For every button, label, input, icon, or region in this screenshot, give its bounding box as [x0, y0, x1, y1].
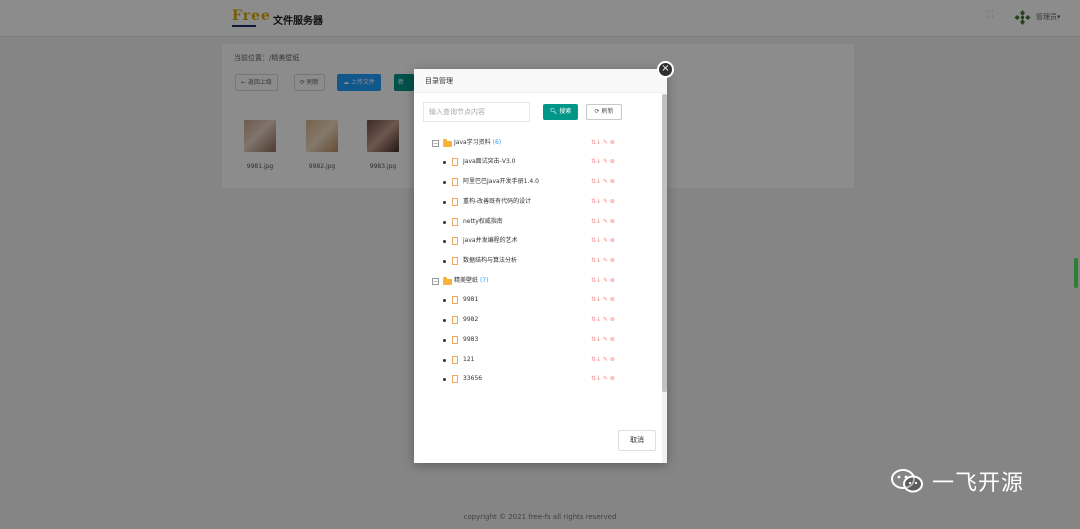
tree-node-label: 精美壁纸: [454, 277, 479, 284]
directory-manager-dialog: 目录管理 × 🔍︎ 搜索 ⟳ 刷新 − Java学习资料 (6) ⇅↓ ✎ ⊗ …: [414, 61, 674, 463]
refresh-icon: ⟳: [594, 108, 600, 115]
search-icon: 🔍︎: [549, 108, 558, 115]
file-icon: [452, 237, 458, 245]
file-icon: [452, 316, 458, 324]
tree-file[interactable]: 121: [463, 353, 474, 367]
node-actions[interactable]: ⇅↓ ✎ ⊗: [591, 234, 615, 248]
bullet-icon: [443, 181, 446, 184]
refresh-tree-button[interactable]: ⟳ 刷新: [586, 104, 622, 120]
file-icon: [452, 356, 458, 364]
node-actions[interactable]: ⇅↓ ✎ ⊗: [591, 195, 615, 209]
watermark: 一飞开源: [890, 466, 1024, 496]
bullet-icon: [443, 319, 446, 322]
tree-file[interactable]: 9983: [463, 333, 478, 347]
cancel-button[interactable]: 取消: [618, 430, 656, 451]
node-actions[interactable]: ⇅↓ ✎ ⊗: [591, 372, 615, 386]
tree-file[interactable]: Java面试突击-V3.0: [463, 155, 516, 169]
search-button[interactable]: 🔍︎ 搜索: [543, 104, 578, 120]
file-icon: [452, 218, 458, 226]
tree-file[interactable]: 数据结构与算法分析: [463, 254, 517, 268]
folder-icon: [443, 139, 452, 147]
file-icon: [452, 178, 458, 186]
scrollbar-thumb[interactable]: [662, 94, 667, 392]
scroll-indicator: [1074, 258, 1078, 288]
close-icon[interactable]: ×: [657, 61, 674, 78]
tree-file[interactable]: 9981: [463, 293, 478, 307]
collapse-toggle-icon[interactable]: −: [432, 140, 439, 147]
watermark-text: 一飞开源: [932, 471, 1025, 496]
tree-folder-java[interactable]: Java学习资料 (6): [454, 136, 501, 150]
bullet-icon: [443, 240, 446, 243]
node-actions[interactable]: ⇅↓ ✎ ⊗: [591, 333, 615, 347]
bullet-icon: [443, 221, 446, 224]
tree-node-count: (6): [492, 139, 502, 146]
tree-file[interactable]: 阿里巴巴Java开发手册1.4.0: [463, 175, 539, 189]
tree-file[interactable]: 9982: [463, 313, 478, 327]
file-icon: [452, 375, 458, 383]
bullet-icon: [443, 299, 446, 302]
search-button-label: 搜索: [559, 108, 572, 115]
bullet-icon: [443, 339, 446, 342]
bullet-icon: [443, 378, 446, 381]
wechat-icon: [891, 469, 923, 493]
tree-file[interactable]: netty权威指南: [463, 215, 503, 229]
node-actions[interactable]: ⇅↓ ✎ ⊗: [591, 293, 615, 307]
tree-file[interactable]: 重构-改善既有代码的设计: [463, 195, 531, 209]
tree-node-count: (7): [479, 277, 489, 284]
folder-icon: [443, 277, 452, 285]
node-actions[interactable]: ⇅↓ ✎ ⊗: [591, 136, 615, 150]
tree-folder-wallpaper[interactable]: 精美壁纸 (7): [454, 274, 488, 288]
bullet-icon: [443, 161, 446, 164]
bullet-icon: [443, 359, 446, 362]
directory-tree: − Java学习资料 (6) ⇅↓ ✎ ⊗ Java面试突击-V3.0 ⇅↓ ✎…: [414, 132, 662, 432]
node-actions[interactable]: ⇅↓ ✎ ⊗: [591, 313, 615, 327]
node-actions[interactable]: ⇅↓ ✎ ⊗: [591, 254, 615, 268]
node-actions[interactable]: ⇅↓ ✎ ⊗: [591, 274, 615, 288]
file-icon: [452, 296, 458, 304]
node-actions[interactable]: ⇅↓ ✎ ⊗: [591, 353, 615, 367]
refresh-button-label: 刷新: [601, 108, 614, 115]
file-icon: [452, 257, 458, 265]
bullet-icon: [443, 260, 446, 263]
node-actions[interactable]: ⇅↓ ✎ ⊗: [591, 175, 615, 189]
node-search-input[interactable]: [423, 102, 530, 122]
tree-file[interactable]: java并发编程的艺术: [463, 234, 518, 248]
file-icon: [452, 158, 458, 166]
node-actions[interactable]: ⇅↓ ✎ ⊗: [591, 215, 615, 229]
dialog-title: 目录管理: [414, 69, 667, 93]
node-actions[interactable]: ⇅↓ ✎ ⊗: [591, 155, 615, 169]
tree-file[interactable]: 33656: [463, 372, 482, 386]
tree-node-label: Java学习资料: [454, 139, 491, 146]
file-icon: [452, 336, 458, 344]
file-icon: [452, 198, 458, 206]
collapse-toggle-icon[interactable]: −: [432, 278, 439, 285]
bullet-icon: [443, 201, 446, 204]
